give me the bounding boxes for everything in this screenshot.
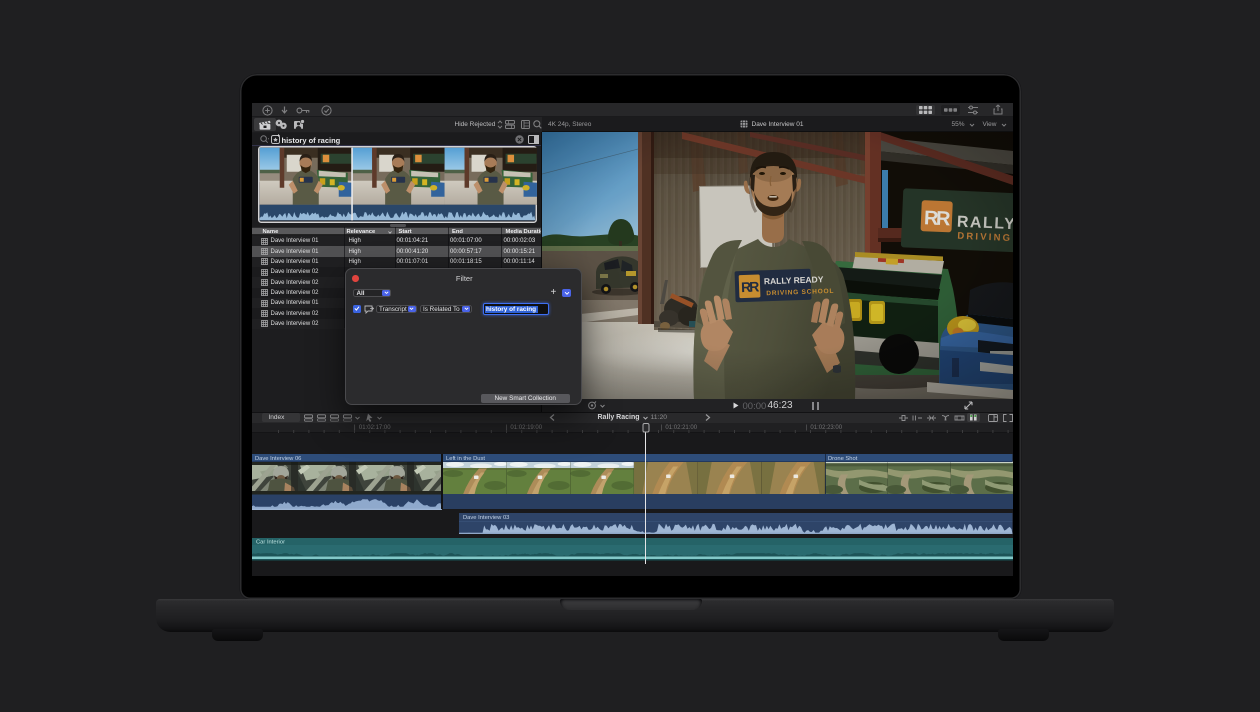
svg-text:Dave Interview 03: Dave Interview 03 — [463, 515, 509, 521]
svg-text:Drone Shot: Drone Shot — [828, 455, 858, 461]
svg-text:Dave Interview 06: Dave Interview 06 — [255, 455, 301, 461]
svg-text:Car Interior: Car Interior — [256, 540, 285, 546]
svg-text:Left in the Dust: Left in the Dust — [446, 455, 485, 461]
